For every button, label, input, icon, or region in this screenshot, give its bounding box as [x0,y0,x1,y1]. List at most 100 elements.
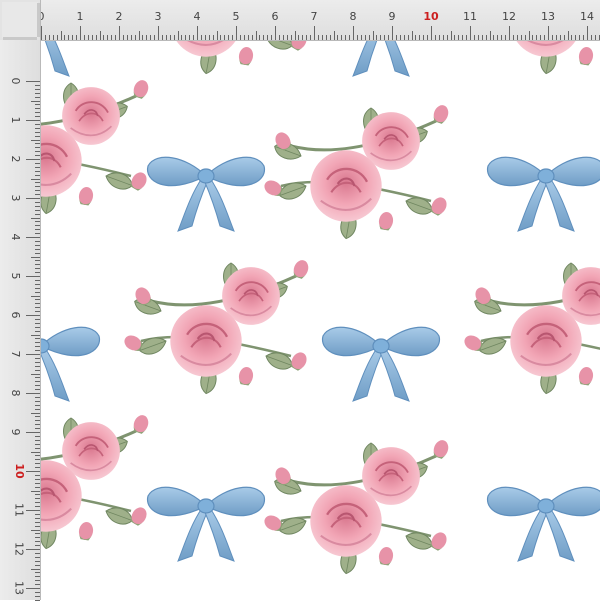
left-ruler-tick [35,408,40,410]
bow-1 [146,156,266,232]
left-ruler-tick [35,385,40,387]
left-ruler-tick [31,295,40,297]
top-ruler-tick [185,35,187,40]
top-ruler-tick [364,35,366,40]
motif-tile-5 [41,413,151,550]
top-ruler-tick [587,26,588,40]
top-ruler-tick [138,31,140,40]
top-ruler: 0 1 2 3 4 5 6 7 8 9 10 11 12 13 14 [0,0,600,41]
top-ruler-tick [399,35,401,40]
top-ruler-tick [368,35,370,40]
left-ruler-tick [35,369,40,371]
bow-4 [41,326,101,402]
top-ruler-label-11: 11 [463,10,477,23]
left-ruler-tick [35,127,40,129]
left-ruler-tick [35,311,40,313]
top-ruler-tick [122,35,124,40]
top-ruler-tick [52,35,54,40]
top-ruler-tick [193,35,195,40]
motif-tile-4 [462,258,600,395]
left-ruler-tick [31,529,40,531]
top-ruler-tick [477,35,479,40]
top-ruler-tick [115,35,117,40]
left-ruler-tick [35,498,40,500]
top-ruler-tick [520,35,522,40]
left-ruler-tick [26,237,40,238]
top-ruler-tick [259,35,261,40]
left-ruler-tick [35,389,40,391]
left-ruler-tick [35,424,40,426]
top-ruler-tick [411,31,413,40]
top-ruler-tick [111,35,113,40]
top-ruler-tick [489,31,491,40]
left-ruler-tick [35,233,40,235]
top-ruler-label-13: 13 [541,10,555,23]
left-ruler-tick [31,334,40,336]
top-ruler-tick [415,35,417,40]
left-ruler-tick [35,322,40,324]
left-ruler-tick [35,131,40,133]
left-ruler-tick [26,315,40,316]
left-ruler-tick [31,373,40,375]
left-ruler-tick [26,120,40,121]
left-ruler-tick [31,568,40,570]
top-ruler-tick [228,35,230,40]
left-ruler-tick [35,420,40,422]
top-ruler-tick [83,35,85,40]
motif-tile-2 [262,103,451,240]
top-ruler-tick [165,35,167,40]
left-ruler-tick [35,338,40,340]
left-ruler-tick [35,162,40,164]
left-ruler-tick [31,139,40,141]
left-ruler-tick [35,96,40,98]
left-ruler-tick [31,100,40,102]
left-ruler-tick [35,443,40,445]
top-ruler-tick [345,35,347,40]
top-ruler-tick [333,31,335,40]
left-ruler-tick [35,123,40,125]
top-ruler-tick [306,35,308,40]
top-ruler-tick [119,26,120,40]
left-ruler-tick [35,439,40,441]
top-ruler-label-3: 3 [154,10,162,23]
left-ruler-tick [35,560,40,562]
left-ruler-tick [31,490,40,492]
top-ruler-tick [278,35,280,40]
left-ruler-tick [35,463,40,465]
left-ruler-tick [35,580,40,582]
top-ruler-tick [423,35,425,40]
left-ruler-label-5: 5 [9,272,22,280]
left-ruler-tick [35,533,40,535]
left-ruler-tick [35,194,40,196]
left-ruler-tick [35,584,40,586]
top-ruler-tick [263,35,265,40]
top-ruler-tick [251,35,253,40]
left-ruler-tick [35,287,40,289]
left-ruler: 0 1 2 3 4 5 6 7 8 9 10 11 12 13 [0,0,41,601]
left-ruler-tick [35,174,40,176]
left-ruler-tick [31,217,40,219]
top-ruler-tick [173,35,175,40]
top-ruler-label-10: 10 [423,10,439,23]
left-ruler-tick [35,170,40,172]
left-ruler-tick [35,182,40,184]
left-ruler-tick [35,541,40,543]
top-ruler-tick [321,35,323,40]
top-ruler-label-6: 6 [271,10,279,23]
top-ruler-tick [454,35,456,40]
left-ruler-tick [35,396,40,398]
left-ruler-label-0: 0 [9,77,22,85]
top-ruler-tick [583,35,585,40]
left-ruler-tick [31,412,40,414]
left-ruler-tick [35,268,40,270]
top-ruler-tick [555,35,557,40]
left-ruler-tick [35,381,40,383]
left-ruler-tick [35,435,40,437]
top-ruler-tick [481,35,483,40]
left-ruler-tick [35,166,40,168]
left-ruler-tick [35,92,40,94]
left-ruler-tick [35,404,40,406]
left-ruler-tick [35,342,40,344]
bow-8 [321,41,441,77]
top-ruler-tick [524,35,526,40]
